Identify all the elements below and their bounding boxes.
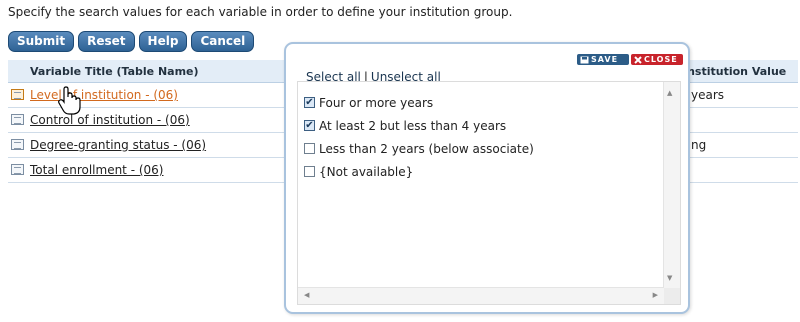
checkbox-not-available[interactable] xyxy=(304,166,315,177)
variable-link-degree-granting[interactable]: Degree-granting status - (06) xyxy=(30,138,206,152)
checkbox-2-to-4-years[interactable]: ✔ xyxy=(304,120,315,131)
scrollbar-corner xyxy=(664,288,680,304)
option-label: At least 2 but less than 4 years xyxy=(319,118,507,133)
variable-link-level[interactable]: Level of institution - (06) xyxy=(30,88,178,102)
options-list: ✔ Four or more years ✔ At least 2 but le… xyxy=(304,91,534,183)
checkmark-icon: ✔ xyxy=(305,96,314,108)
institution-value-header: Institution Value xyxy=(683,65,787,78)
instructions-text: Specify the search values for each varia… xyxy=(8,5,513,19)
values-popup: SAVE CLOSE Select all | Unselect all ✔ Fou… xyxy=(284,42,690,314)
checkbox-four-or-more[interactable]: ✔ xyxy=(304,97,315,108)
row-value: ng xyxy=(691,138,707,152)
list-item: {Not available} xyxy=(304,160,534,183)
list-item: ✔ Four or more years xyxy=(304,91,534,114)
save-button[interactable]: SAVE xyxy=(577,54,629,65)
action-buttons: Submit Reset Help Cancel xyxy=(8,31,255,52)
variable-link-control[interactable]: Control of institution - (06) xyxy=(30,113,190,127)
vertical-scrollbar[interactable]: ▲ ▼ xyxy=(663,82,680,289)
scroll-down-icon[interactable]: ▼ xyxy=(667,274,672,282)
option-label: Less than 2 years (below associate) xyxy=(319,141,534,156)
close-x-icon xyxy=(634,55,642,64)
checkbox-less-than-2[interactable] xyxy=(304,143,315,154)
checkmark-icon: ✔ xyxy=(305,119,314,131)
variable-title-header: Variable Title (Table Name) xyxy=(30,65,199,78)
cancel-button[interactable]: Cancel xyxy=(191,31,255,52)
horizontal-scrollbar[interactable]: ◀ ▶ xyxy=(298,287,664,304)
variable-link-total-enrollment[interactable]: Total enrollment - (06) xyxy=(30,163,163,177)
options-scroll-box: ✔ Four or more years ✔ At least 2 but le… xyxy=(297,81,681,305)
floppy-icon xyxy=(580,56,589,63)
scroll-right-icon[interactable]: ▶ xyxy=(653,291,658,299)
list-item: ✔ At least 2 but less than 4 years xyxy=(304,114,534,137)
list-item: Less than 2 years (below associate) xyxy=(304,137,534,160)
close-button[interactable]: CLOSE xyxy=(631,54,683,65)
table-icon xyxy=(11,139,24,150)
table-icon xyxy=(11,114,24,125)
table-icon xyxy=(11,164,24,175)
scroll-up-icon[interactable]: ▲ xyxy=(667,89,672,97)
table-icon xyxy=(11,89,24,100)
option-label: {Not available} xyxy=(319,164,414,179)
row-value: years xyxy=(691,88,725,102)
submit-button[interactable]: Submit xyxy=(8,31,75,52)
save-label: SAVE xyxy=(591,54,619,64)
close-label: CLOSE xyxy=(644,54,678,64)
reset-button[interactable]: Reset xyxy=(78,31,135,52)
scroll-left-icon[interactable]: ◀ xyxy=(304,291,309,299)
help-button[interactable]: Help xyxy=(138,31,188,52)
option-label: Four or more years xyxy=(319,95,434,110)
